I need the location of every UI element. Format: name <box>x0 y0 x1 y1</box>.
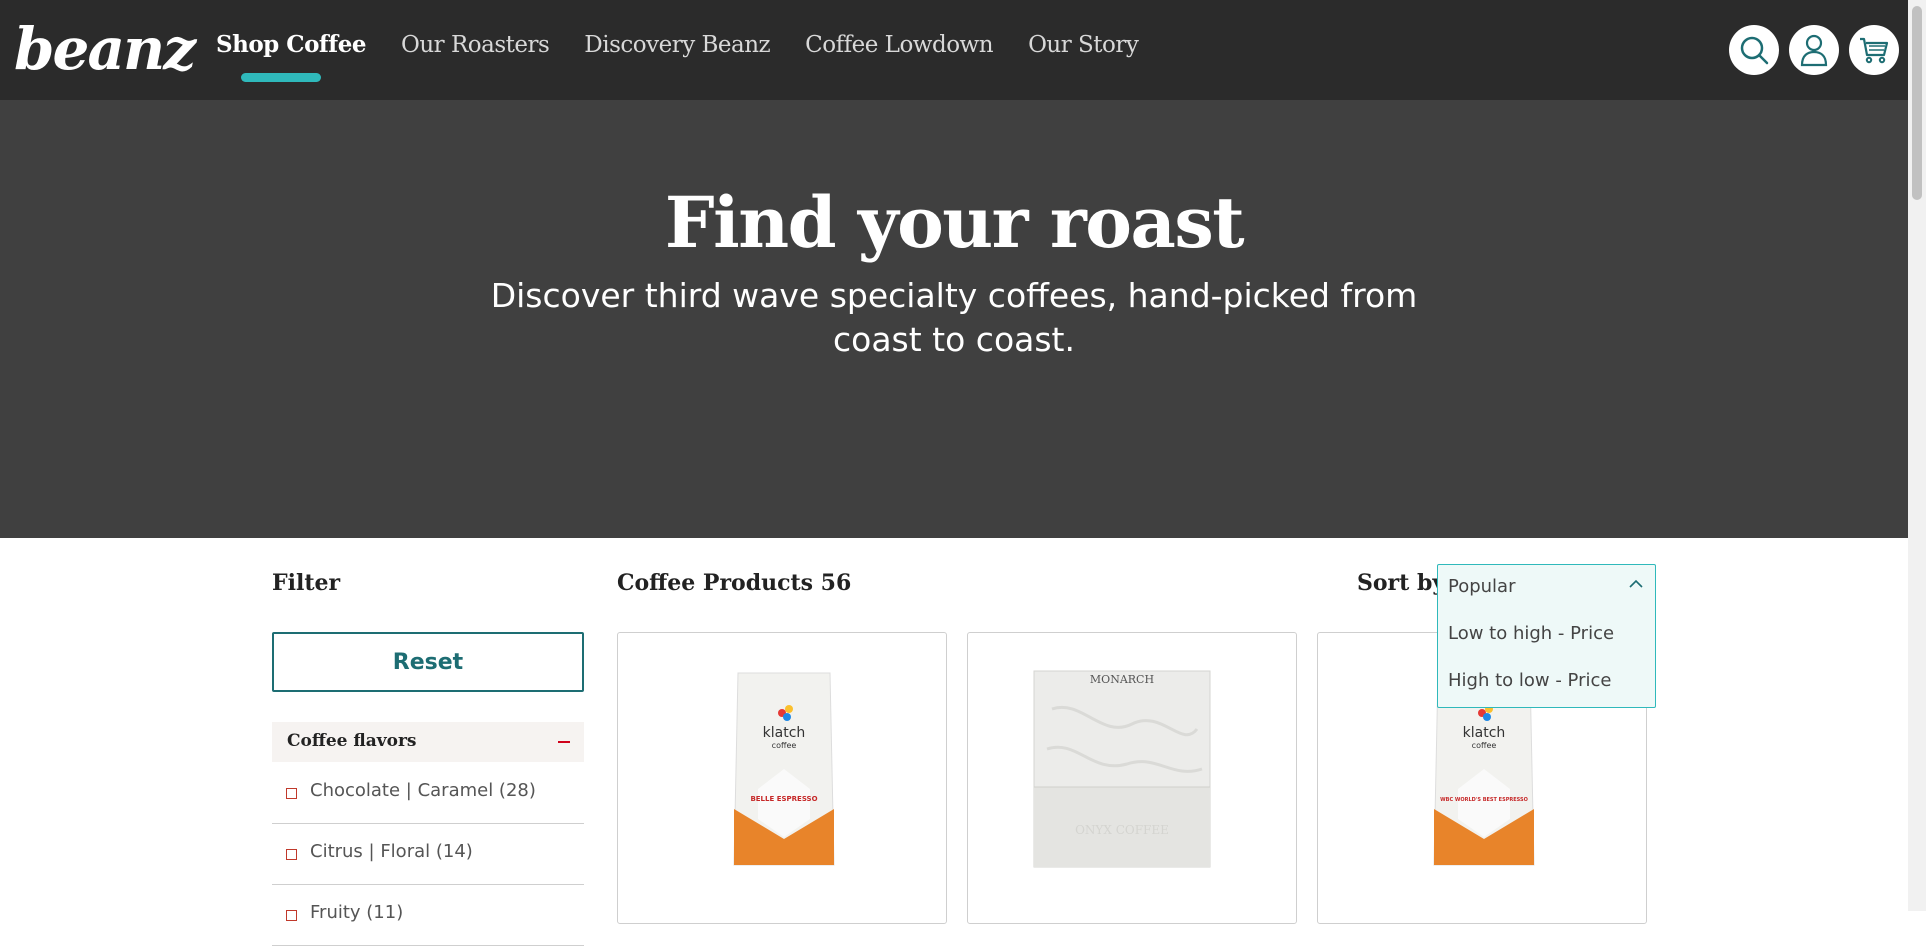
hero-banner: Find your roast Discover third wave spec… <box>0 100 1908 538</box>
sort-dropdown[interactable]: Popular Low to high - Price High to low … <box>1437 564 1656 708</box>
sort-selected-value[interactable]: Popular <box>1448 576 1516 597</box>
filter-title: Filter <box>272 570 341 596</box>
reset-button[interactable]: Reset <box>272 632 584 692</box>
filter-option-label: Chocolate | Caramel (28) <box>310 780 536 801</box>
brand-label: MONARCH <box>1090 673 1154 686</box>
filter-option[interactable]: Citrus | Floral (14) <box>272 824 584 885</box>
scrollbar-thumb[interactable] <box>1912 6 1922 200</box>
cart-button[interactable] <box>1849 25 1899 75</box>
hero-subtitle: Discover third wave specialty coffees, h… <box>490 276 1418 359</box>
checkbox[interactable] <box>286 849 297 860</box>
search-icon <box>1740 36 1769 65</box>
search-button[interactable] <box>1729 25 1779 75</box>
beanz-logo[interactable]: beanz <box>14 14 196 84</box>
sort-option-low-to-high[interactable]: Low to high - Price <box>1448 623 1614 644</box>
filter-option-label: Fruity (11) <box>310 902 404 923</box>
product-image: klatch coffee BELLE ESPRESSO <box>733 672 835 866</box>
filter-section-coffee-flavors[interactable]: Coffee flavors <box>272 722 584 762</box>
active-nav-indicator <box>241 73 321 82</box>
brand-sub-label: coffee <box>1472 741 1497 750</box>
nav-discovery-beanz[interactable]: Discovery Beanz <box>584 30 770 60</box>
product-card[interactable]: MONARCH ONYX COFFEE <box>967 632 1297 924</box>
products-count-title: Coffee Products 56 <box>617 570 852 596</box>
brand-label: klatch <box>763 725 806 741</box>
page-scrollbar[interactable] <box>1908 0 1926 911</box>
sort-option-high-to-low[interactable]: High to low - Price <box>1448 670 1611 691</box>
nav-our-story[interactable]: Our Story <box>1028 30 1139 60</box>
brand-sub-label: ONYX COFFEE <box>1075 823 1169 837</box>
chevron-up-icon[interactable] <box>1629 579 1643 589</box>
product-label: WBC WORLD'S BEST ESPRESSO <box>1440 797 1528 803</box>
main-nav: Shop Coffee Our Roasters Discovery Beanz… <box>216 30 1173 60</box>
product-label: BELLE ESPRESSO <box>750 795 817 803</box>
site-header: beanz Shop Coffee Our Roasters Discovery… <box>0 0 1908 100</box>
filter-option[interactable]: Fruity (11) <box>272 885 584 946</box>
user-icon <box>1800 34 1828 67</box>
product-image: MONARCH ONYX COFFEE <box>1033 670 1211 868</box>
nav-coffee-lowdown[interactable]: Coffee Lowdown <box>805 30 993 60</box>
checkbox[interactable] <box>286 788 297 799</box>
checkbox[interactable] <box>286 910 297 921</box>
product-card[interactable]: klatch coffee BELLE ESPRESSO <box>617 632 947 924</box>
cart-icon <box>1860 37 1889 64</box>
minus-icon[interactable] <box>558 741 570 743</box>
nav-shop-coffee[interactable]: Shop Coffee <box>216 30 366 60</box>
account-button[interactable] <box>1789 25 1839 75</box>
brand-label: klatch <box>1463 725 1506 741</box>
sort-by-label: Sort by <box>1357 570 1446 596</box>
hero-title: Find your roast <box>664 181 1245 264</box>
filter-section-label: Coffee flavors <box>287 731 417 751</box>
filter-option[interactable]: Chocolate | Caramel (28) <box>272 763 584 824</box>
brand-sub-label: coffee <box>772 741 797 750</box>
nav-our-roasters[interactable]: Our Roasters <box>401 30 550 60</box>
filter-option-label: Citrus | Floral (14) <box>310 841 473 862</box>
